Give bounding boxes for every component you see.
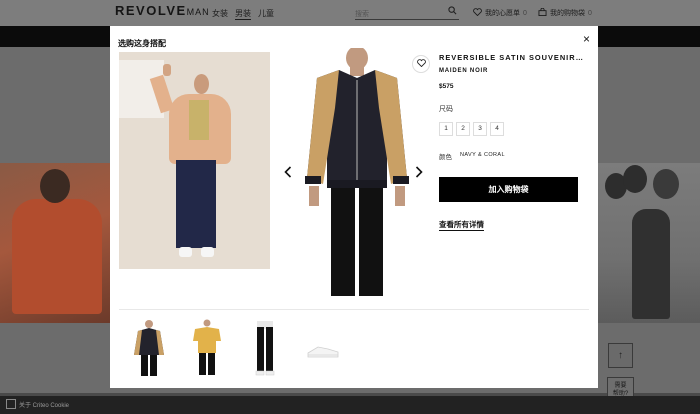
- close-icon[interactable]: ×: [583, 32, 590, 46]
- add-to-bag-button[interactable]: 加入购物袋: [439, 177, 578, 202]
- balloon: [623, 165, 647, 193]
- jacket-thumbnail[interactable]: [132, 319, 166, 377]
- background-photo-left: [0, 163, 112, 323]
- tee-thumbnail[interactable]: [190, 319, 224, 377]
- size-option[interactable]: 2: [456, 122, 470, 136]
- size-option[interactable]: 1: [439, 122, 453, 136]
- bag-link[interactable]: 我的购物袋 0: [538, 7, 592, 18]
- wishlist-link[interactable]: 我的心愿单 0: [473, 8, 527, 18]
- model-tee: [189, 100, 209, 140]
- cookie-text[interactable]: 关于 Criteo Cookie: [19, 400, 69, 409]
- main-nav: 女装 男装 儿童: [212, 8, 274, 20]
- balloon: [653, 169, 679, 199]
- product-price: $575: [439, 83, 454, 90]
- site-header: REVOLVEMAN 女装 男装 儿童 搜索 我的心愿单 0 我的购物袋 0: [0, 0, 700, 26]
- wishlist-label: 我的心愿单: [485, 10, 520, 17]
- wishlist-count: 0: [523, 9, 527, 17]
- product-name[interactable]: REVERSIBLE SATIN SOUVENIR JACKET: [439, 53, 584, 62]
- divider: [119, 309, 589, 310]
- chevron-left-icon[interactable]: [284, 166, 292, 181]
- color-label: 颜色: [439, 154, 452, 161]
- favorite-heart-icon[interactable]: [412, 55, 430, 73]
- footer-bar: [0, 396, 700, 414]
- heart-icon: [473, 8, 482, 18]
- logo-sub: MAN: [186, 7, 210, 17]
- jacket-cuff-left: [305, 176, 321, 184]
- model-head: [194, 74, 209, 94]
- background-photo-right: [597, 163, 700, 323]
- size-label: 尺码: [439, 106, 453, 113]
- chevron-right-icon[interactable]: [415, 166, 423, 181]
- product-photo: [305, 48, 409, 296]
- jacket-cuff-right: [393, 176, 409, 184]
- bag-count: 0: [588, 9, 592, 17]
- hand-left: [309, 186, 319, 206]
- shop-the-look-modal: 选购这身搭配 × REVERSIBLE SATIN SOUVENIR J MAI…: [110, 26, 598, 388]
- scroll-to-top-button[interactable]: ↑: [608, 343, 633, 368]
- size-options: 1 2 3 4: [439, 122, 504, 136]
- jacket-hem: [327, 180, 387, 188]
- model-shoe: [201, 247, 214, 257]
- nav-men[interactable]: 男装: [235, 8, 251, 20]
- hand-right: [395, 186, 405, 206]
- search-input[interactable]: 搜索: [355, 6, 459, 20]
- nav-kids[interactable]: 儿童: [258, 8, 274, 20]
- nav-women[interactable]: 女装: [212, 8, 228, 20]
- pants-leg-right: [359, 188, 383, 296]
- size-option[interactable]: 4: [490, 122, 504, 136]
- view-details-link[interactable]: 查看所有详情: [439, 219, 484, 231]
- product-brand[interactable]: MAIDEN NOIR: [439, 68, 488, 74]
- figure-body: [12, 199, 102, 314]
- figure-head: [40, 169, 70, 203]
- search-placeholder: 搜索: [355, 11, 369, 18]
- model-shoe: [179, 247, 192, 257]
- color-value: NAVY & CORAL: [460, 152, 505, 158]
- search-icon[interactable]: [448, 6, 457, 17]
- pants-thumbnail[interactable]: [248, 319, 282, 377]
- bag-icon: [538, 7, 547, 18]
- look-photo: [119, 52, 270, 269]
- figure: [632, 209, 670, 319]
- model-hand: [163, 64, 171, 76]
- model-pants: [176, 160, 216, 248]
- bag-label: 我的购物袋: [550, 10, 585, 17]
- product-model-neck: [350, 66, 364, 76]
- logo-main: REVOLVE: [115, 3, 187, 18]
- cookie-checkbox[interactable]: [6, 399, 16, 409]
- logo[interactable]: REVOLVEMAN: [115, 3, 210, 18]
- pants-leg-left: [331, 188, 355, 296]
- size-option[interactable]: 3: [473, 122, 487, 136]
- modal-title: 选购这身搭配: [118, 39, 166, 48]
- sneaker-thumbnail[interactable]: [306, 319, 340, 377]
- help-line-1: 需要: [614, 383, 627, 389]
